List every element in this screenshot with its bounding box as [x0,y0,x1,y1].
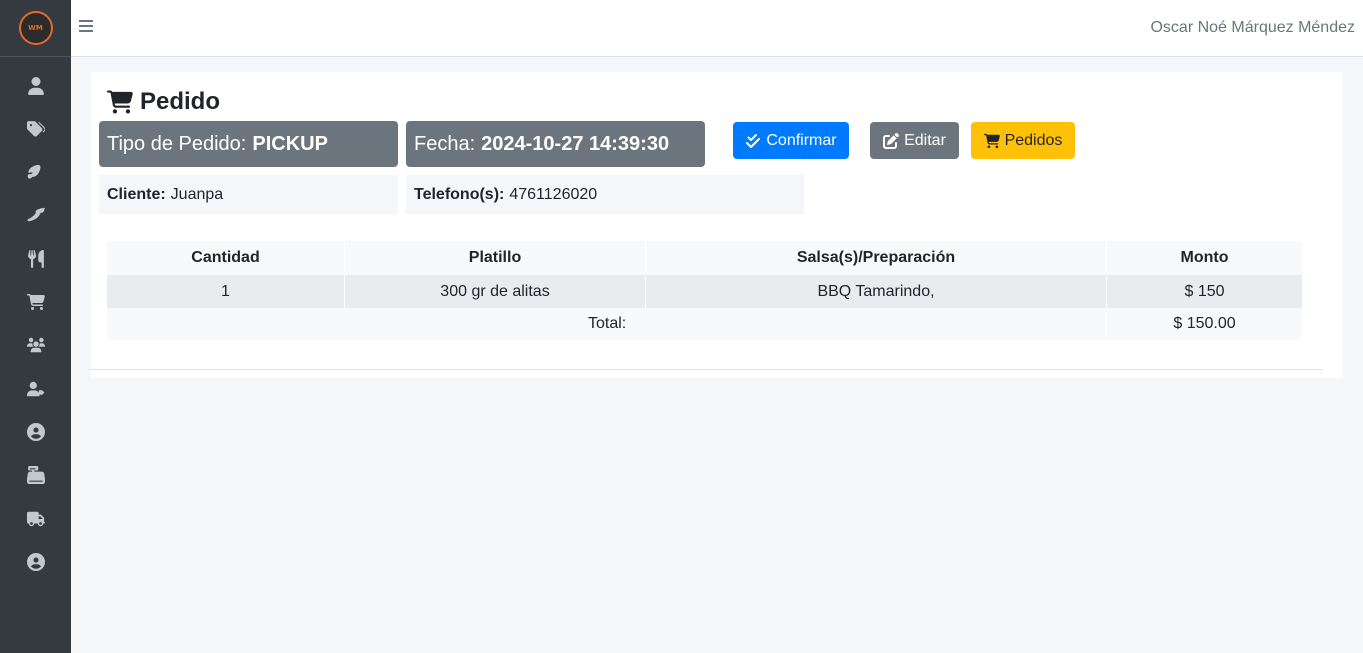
order-type-box: Tipo de Pedido: PICKUP [99,121,398,167]
sidebar-item-account[interactable] [0,540,71,583]
sidebar: WM [0,0,71,653]
users-icon [26,338,45,353]
orders-button[interactable]: Pedidos [971,122,1075,159]
user-name[interactable]: Oscar Noé Márquez Méndez [1150,19,1355,37]
sidebar-item-delivery[interactable] [0,497,71,540]
client-label: Cliente: [107,185,166,203]
client-value: Juanpa [170,185,224,203]
cell-amount: $ 150 [1184,282,1225,300]
tags-icon [26,121,45,137]
column-header-quantity: Cantidad [107,241,345,275]
topbar: Oscar Noé Márquez Méndez [71,0,1363,57]
order-date-value: 2024-10-27 14:39:30 [481,132,670,155]
cash-register-icon [26,466,45,485]
sidebar-item-profile[interactable] [0,410,71,453]
brand[interactable]: WM [0,0,71,57]
drumstick-icon [27,165,40,179]
sidebar-nav [0,57,71,584]
sidebar-item-cash-register[interactable] [0,454,71,497]
order-date-box: Fecha: 2024-10-27 14:39:30 [406,121,705,167]
user-circle-icon [26,423,45,442]
user-circle-icon [26,552,45,571]
divider [89,369,1323,370]
check-double-icon [746,133,761,148]
table-total-row: Total: $ 150.00 [107,308,1302,340]
sidebar-item-menu[interactable] [0,237,71,280]
brand-logo-text: WM [28,24,43,32]
menu-toggle-icon[interactable] [79,20,93,36]
phone-value: 4761126020 [509,185,598,203]
phone-label: Telefono(s): [414,185,505,203]
truck-icon [26,511,45,526]
edit-button-label: Editar [904,131,946,149]
sidebar-item-tags[interactable] [0,107,71,150]
pepper-icon [26,207,45,221]
table-header-row: Cantidad Platillo Salsa(s)/Preparación M… [107,241,1302,275]
orders-button-label: Pedidos [1004,131,1063,149]
cart-icon [26,294,45,311]
sidebar-item-users[interactable] [0,324,71,367]
total-value: $ 150.00 [1173,315,1236,332]
cell-quantity: 1 [107,275,345,308]
order-type-label: Tipo de Pedido: [107,132,247,155]
sidebar-item-user[interactable] [0,64,71,107]
order-items-table: Cantidad Platillo Salsa(s)/Preparación M… [107,241,1302,340]
sidebar-item-user-tag[interactable] [0,367,71,410]
user-tag-icon [26,381,44,396]
order-date-label: Fecha: [414,132,476,155]
page-title-text: Pedido [140,88,221,115]
edit-button[interactable]: Editar [870,122,959,159]
page-title: Pedido [107,88,220,116]
utensils-icon [27,249,44,268]
sidebar-item-wings[interactable] [0,151,71,194]
confirm-button-label: Confirmar [766,131,837,149]
cart-icon [107,90,133,114]
sidebar-item-sauces[interactable] [0,194,71,237]
cell-dish: 300 gr de alitas [345,275,646,308]
table-row: 1 300 gr de alitas BBQ Tamarindo, $ 150 [107,275,1302,308]
brand-logo[interactable]: WM [18,11,53,45]
column-header-sauce: Salsa(s)/Preparación [646,241,1107,275]
cell-sauce: BBQ Tamarindo, [646,275,1107,308]
client-box: Cliente: Juanpa [99,175,398,214]
edit-icon [883,132,899,149]
order-type-value: PICKUP [252,132,328,155]
phone-box: Telefono(s): 4761126020 [406,175,804,214]
column-header-dish: Platillo [345,241,646,275]
total-label: Total: [107,308,1107,340]
cart-icon [983,133,1000,148]
confirm-button[interactable]: Confirmar [733,122,849,159]
column-header-amount: Monto [1180,249,1229,266]
sidebar-item-orders[interactable] [0,280,71,323]
user-icon [27,76,44,95]
